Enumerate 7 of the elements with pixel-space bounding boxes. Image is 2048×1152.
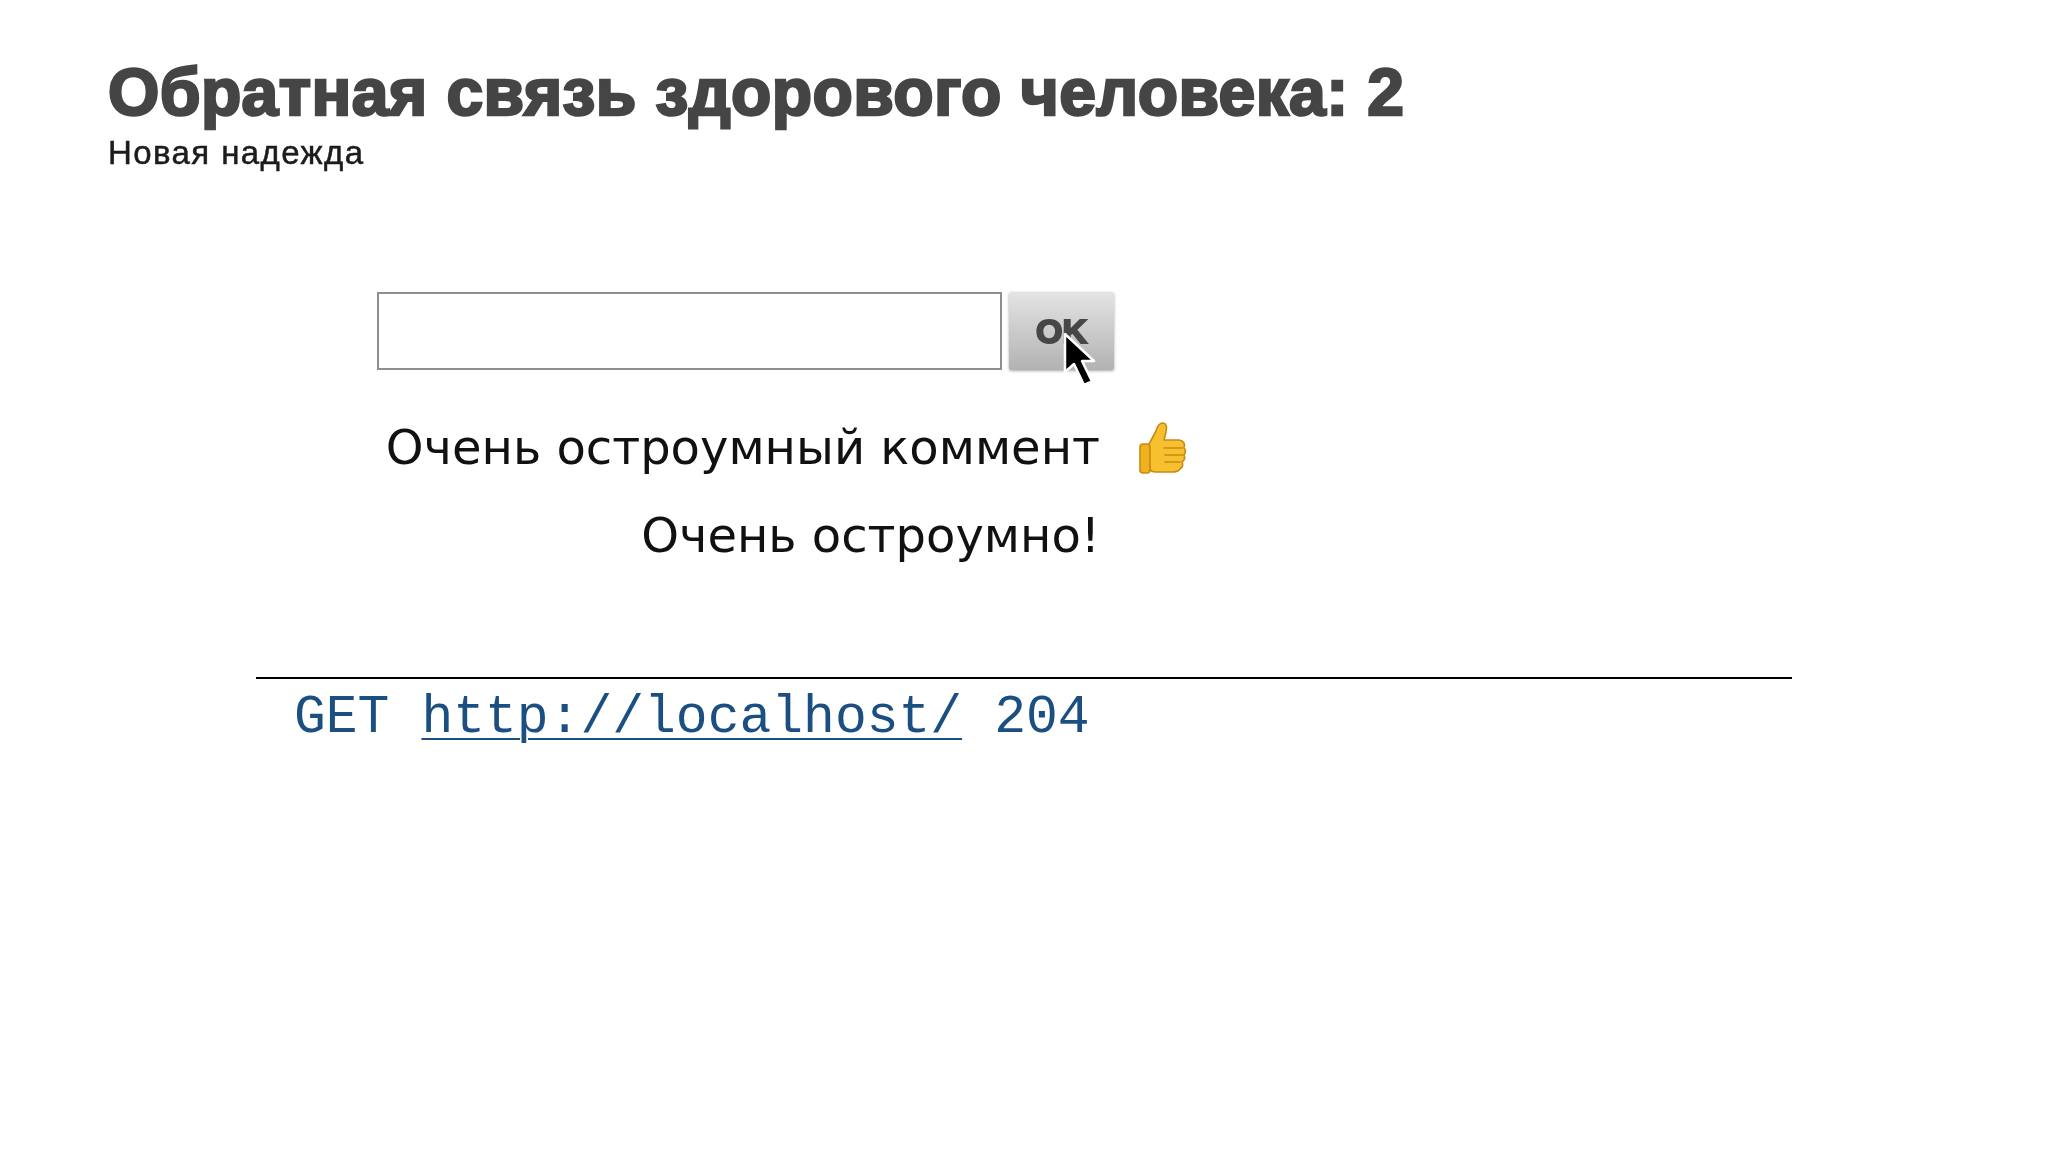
comment-text: Очень остроумный коммент bbox=[385, 418, 1100, 477]
slide-subtitle: Новая надежда bbox=[108, 136, 365, 169]
comment-text: Очень остроумно! bbox=[641, 506, 1100, 565]
response-status: 204 bbox=[994, 687, 1090, 750]
request-method: GET bbox=[294, 687, 390, 750]
comment-input-field[interactable] bbox=[377, 292, 1002, 370]
request-url-link[interactable]: http://localhost/ bbox=[421, 686, 963, 750]
